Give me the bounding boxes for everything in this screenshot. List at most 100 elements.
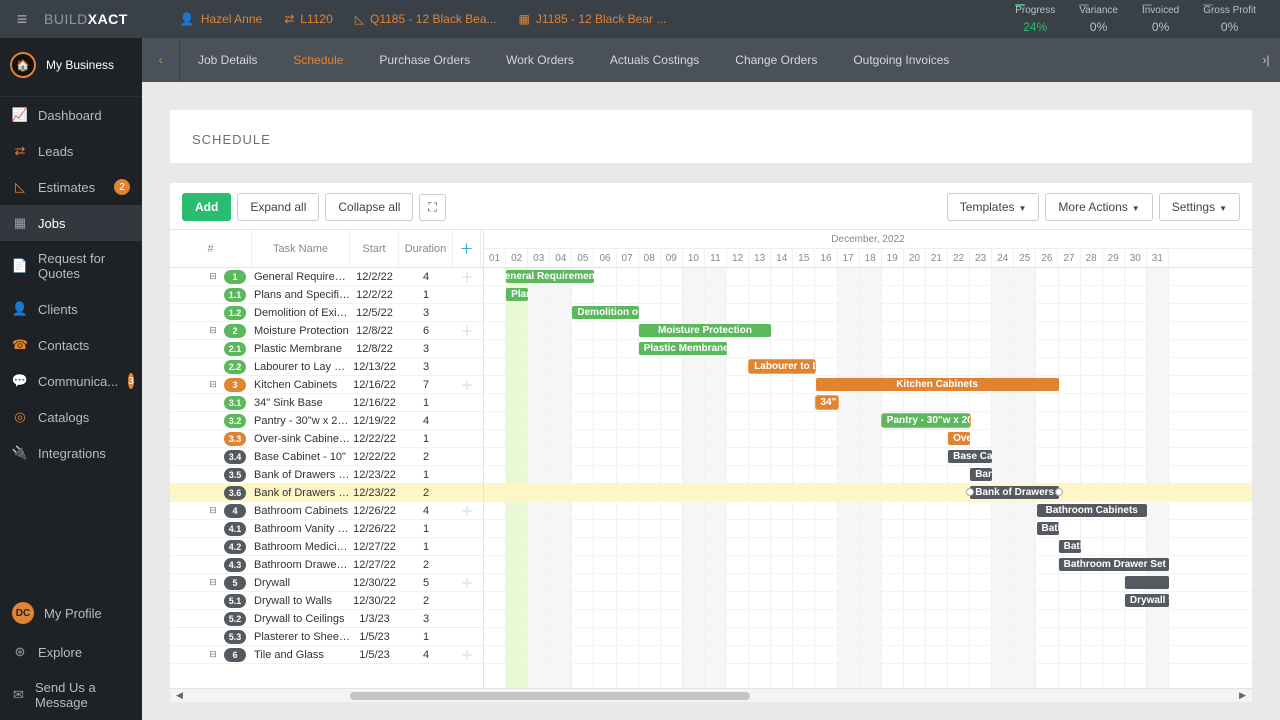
gantt-bar[interactable]: Bank — [970, 468, 992, 481]
gantt-bar[interactable]: Bathr — [1037, 522, 1059, 535]
task-start: 1/3/23 — [350, 613, 399, 625]
crumb-user[interactable]: 👤 Hazel Anne — [180, 12, 262, 26]
task-number-pill: 4.2 — [224, 540, 246, 554]
collapse-toggle[interactable]: ⊟ — [204, 379, 222, 390]
tabs-more[interactable]: ›| — [1252, 38, 1280, 82]
sidebar-item-leads[interactable]: ⇄Leads — [0, 133, 142, 169]
collapse-toggle[interactable]: ⊟ — [204, 325, 222, 336]
settings-dropdown[interactable]: Settings▼ — [1159, 193, 1240, 221]
task-row[interactable]: ⊟2Moisture Protection12/8/226＋ — [170, 322, 483, 340]
expand-all-button[interactable]: Expand all — [237, 193, 319, 221]
tabs-back[interactable]: ‹ — [142, 38, 180, 82]
gantt-bar[interactable]: Bathroom Drawer Set — [1059, 558, 1170, 571]
gantt-bar[interactable]: Drywall t — [1125, 594, 1169, 607]
sidebar-item-contacts[interactable]: ☎Contacts — [0, 327, 142, 363]
day-header: 31 — [1147, 249, 1169, 267]
task-row[interactable]: 1.1Plans and Specifications12/2/221 — [170, 286, 483, 304]
tab-job-details[interactable]: Job Details — [180, 38, 275, 82]
menu-toggle[interactable]: ≡ — [0, 9, 44, 30]
collapse-toggle[interactable]: ⊟ — [204, 271, 222, 282]
gantt-bar[interactable]: Plastic Membrane — [639, 342, 727, 355]
gantt-bar[interactable]: Moisture Protection — [639, 324, 772, 337]
templates-dropdown[interactable]: Templates▼ — [947, 193, 1040, 221]
task-duration: 3 — [399, 307, 453, 319]
gantt-bar[interactable]: Demolition of Ex — [572, 306, 638, 319]
sidebar-item-catalogs[interactable]: ◎Catalogs — [0, 399, 142, 435]
task-row[interactable]: 3.2Pantry - 30"w x 20"d x12/19/224 — [170, 412, 483, 430]
collapse-toggle[interactable]: ⊟ — [204, 649, 222, 660]
task-row[interactable]: 3.134" Sink Base12/16/221 — [170, 394, 483, 412]
sidebar-item-comms[interactable]: 💬Communica...3 — [0, 363, 142, 399]
sidebar-item-rfq[interactable]: 📄Request for Quotes — [0, 241, 142, 291]
horizontal-scrollbar[interactable]: ◀ ▶ — [170, 688, 1252, 702]
task-row[interactable]: ⊟5Drywall12/30/225＋ — [170, 574, 483, 592]
gantt-bar[interactable]: 34" S — [816, 396, 838, 409]
tab-change-orders[interactable]: Change Orders — [717, 38, 835, 82]
tab-schedule[interactable]: Schedule — [275, 38, 361, 82]
sidebar-item-clients[interactable]: 👤Clients — [0, 291, 142, 327]
task-row[interactable]: 2.2Labourer to Lay and Ta12/13/223 — [170, 358, 483, 376]
gantt-bar[interactable]: Pantry - 30"w x 20"d x — [882, 414, 970, 427]
collapse-all-button[interactable]: Collapse all — [325, 193, 413, 221]
task-row[interactable]: ⊟1General Requirements12/2/224＋ — [170, 268, 483, 286]
task-row[interactable]: 3.6Bank of Drawers - 36"12/23/222 — [170, 484, 483, 502]
sidebar-item-explore[interactable]: ⊛Explore — [0, 634, 142, 670]
collapse-toggle[interactable]: ⊟ — [204, 505, 222, 516]
gantt-row: Plans — [484, 286, 1252, 304]
sidebar-business[interactable]: 🏠 My Business — [0, 38, 142, 97]
task-row[interactable]: 3.4Base Cabinet - 10"12/22/222 — [170, 448, 483, 466]
task-row[interactable]: ⊟4Bathroom Cabinets12/26/224＋ — [170, 502, 483, 520]
gantt-bar[interactable]: General Requirements — [506, 270, 594, 283]
task-row[interactable]: 3.3Over-sink Cabinet - 3412/22/221 — [170, 430, 483, 448]
gantt-bar[interactable]: Bathr — [1059, 540, 1081, 553]
gantt-bar[interactable]: Bank of Drawers - 36" — [970, 486, 1058, 499]
sidebar-item-estimates[interactable]: ◺Estimates2 — [0, 169, 142, 205]
bar-handle-right[interactable] — [1055, 488, 1063, 496]
crumb-lead[interactable]: ⇄ L1120 — [284, 12, 333, 26]
add-subtask-icon[interactable]: ＋ — [453, 268, 481, 286]
sidebar-item-message[interactable]: ✉Send Us a Message — [0, 670, 142, 720]
add-subtask-icon[interactable]: ＋ — [453, 573, 481, 592]
gantt-bar[interactable]: Base Cabi — [948, 450, 992, 463]
collapse-toggle[interactable]: ⊟ — [204, 577, 222, 588]
task-row[interactable]: 1.2Demolition of Existing12/5/223 — [170, 304, 483, 322]
sidebar-item-integrations[interactable]: 🔌Integrations — [0, 435, 142, 471]
task-number-pill: 3 — [224, 378, 246, 392]
crumb-quote[interactable]: ◺ Q1185 - 12 Black Bea... — [355, 12, 497, 26]
task-number-pill: 3.1 — [224, 396, 246, 410]
task-row[interactable]: 3.5Bank of Drawers - 24"12/23/221 — [170, 466, 483, 484]
add-subtask-icon[interactable]: ＋ — [453, 375, 481, 394]
day-header: 03 — [528, 249, 550, 267]
tab-purchase-orders[interactable]: Purchase Orders — [361, 38, 488, 82]
crumb-job[interactable]: ▦ J1185 - 12 Black Bear ... — [519, 12, 667, 26]
fullscreen-button[interactable]: ⛶ — [419, 194, 445, 221]
gantt-bar[interactable]: Bathroom Cabinets — [1037, 504, 1148, 517]
task-row[interactable]: 4.1Bathroom Vanity - Whi12/26/221 — [170, 520, 483, 538]
tab-work-orders[interactable]: Work Orders — [488, 38, 592, 82]
gantt-bar[interactable]: Kitchen Cabinets — [816, 378, 1059, 391]
gantt-bar[interactable] — [1125, 576, 1169, 589]
sidebar-item-dashboard[interactable]: 📈Dashboard — [0, 97, 142, 133]
task-row[interactable]: ⊟6Tile and Glass1/5/234＋ — [170, 646, 483, 664]
col-add[interactable]: ＋ — [453, 230, 481, 267]
task-row[interactable]: 2.1Plastic Membrane12/8/223 — [170, 340, 483, 358]
add-subtask-icon[interactable]: ＋ — [453, 321, 481, 340]
task-number-pill: 2 — [224, 324, 246, 338]
add-subtask-icon[interactable]: ＋ — [453, 501, 481, 520]
gantt-bar[interactable]: Labourer to Lay — [749, 360, 815, 373]
task-row[interactable]: 5.1Drywall to Walls12/30/222 — [170, 592, 483, 610]
sidebar-item-profile[interactable]: DCMy Profile — [0, 592, 142, 634]
task-row[interactable]: 4.2Bathroom Medicine Ca12/27/221 — [170, 538, 483, 556]
task-row[interactable]: 5.3Plasterer to Sheet and1/5/231 — [170, 628, 483, 646]
add-subtask-icon[interactable]: ＋ — [453, 645, 481, 664]
task-row[interactable]: ⊟3Kitchen Cabinets12/16/227＋ — [170, 376, 483, 394]
task-row[interactable]: 4.3Bathroom Drawer Set12/27/222 — [170, 556, 483, 574]
gantt-bar[interactable]: Over — [948, 432, 970, 445]
tab-actuals-costings[interactable]: Actuals Costings — [592, 38, 717, 82]
task-row[interactable]: 5.2Drywall to Ceilings1/3/233 — [170, 610, 483, 628]
gantt-bar[interactable]: Plans — [506, 288, 528, 301]
add-button[interactable]: Add — [182, 193, 231, 221]
sidebar-item-jobs[interactable]: ▦Jobs — [0, 205, 142, 241]
tab-outgoing-invoices[interactable]: Outgoing Invoices — [835, 38, 967, 82]
more-actions-dropdown[interactable]: More Actions▼ — [1045, 193, 1152, 221]
